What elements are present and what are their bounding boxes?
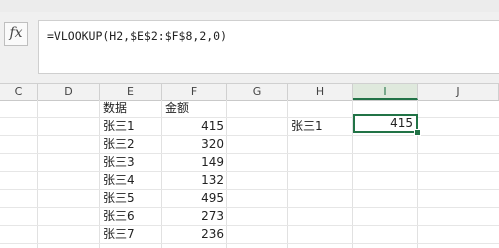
column-header-j[interactable]: J [418, 84, 499, 100]
active-cell-i2[interactable]: 415 [353, 114, 418, 133]
table-row: 张三6 273 [0, 208, 499, 226]
lookup-key-cell[interactable]: 张三1 [288, 118, 356, 136]
header-cell-amount[interactable]: 金额 [162, 100, 230, 118]
formula-bar: fx =VLOOKUP(H2,$E$2:$F$8,2,0) [0, 12, 499, 74]
amount-cell[interactable]: 320 [162, 136, 227, 154]
name-cell[interactable]: 张三1 [100, 118, 165, 136]
table-row: 数据 金额 [0, 100, 499, 118]
column-header-h[interactable]: H [288, 84, 353, 100]
column-header-i[interactable]: I [353, 84, 418, 100]
column-header-e[interactable]: E [100, 84, 162, 100]
name-cell[interactable]: 张三2 [100, 136, 165, 154]
name-cell[interactable]: 张三7 [100, 226, 165, 244]
fill-handle[interactable] [414, 129, 421, 136]
column-header-c[interactable]: C [0, 84, 38, 100]
name-cell[interactable]: 张三4 [100, 172, 165, 190]
column-header-d[interactable]: D [38, 84, 100, 100]
formula-input[interactable]: =VLOOKUP(H2,$E$2:$F$8,2,0) [38, 20, 499, 74]
table-row: 张三3 149 [0, 154, 499, 172]
table-row: 张三1 415 张三1 [0, 118, 499, 136]
amount-cell[interactable]: 132 [162, 172, 227, 190]
column-header-row: C D E F G H I J [0, 84, 499, 101]
amount-cell[interactable]: 236 [162, 226, 227, 244]
insert-function-button[interactable]: fx [4, 22, 28, 46]
column-header-g[interactable]: G [227, 84, 288, 100]
formula-bar-divider [0, 74, 499, 84]
name-cell[interactable]: 张三5 [100, 190, 165, 208]
column-header-f[interactable]: F [162, 84, 227, 100]
table-row: 张三2 320 [0, 136, 499, 154]
amount-cell[interactable]: 495 [162, 190, 227, 208]
name-cell[interactable]: 张三6 [100, 208, 165, 226]
table-row: 张三7 236 [0, 226, 499, 244]
amount-cell[interactable]: 415 [162, 118, 227, 136]
table-row: 张三4 132 [0, 172, 499, 190]
header-cell-data[interactable]: 数据 [100, 100, 165, 118]
worksheet-grid[interactable]: 数据 金额 张三1 415 张三1 张三2 320 张三3 149 张三4 13… [0, 100, 499, 248]
table-row: 张三5 495 [0, 190, 499, 208]
name-cell[interactable]: 张三3 [100, 154, 165, 172]
amount-cell[interactable]: 149 [162, 154, 227, 172]
amount-cell[interactable]: 273 [162, 208, 227, 226]
